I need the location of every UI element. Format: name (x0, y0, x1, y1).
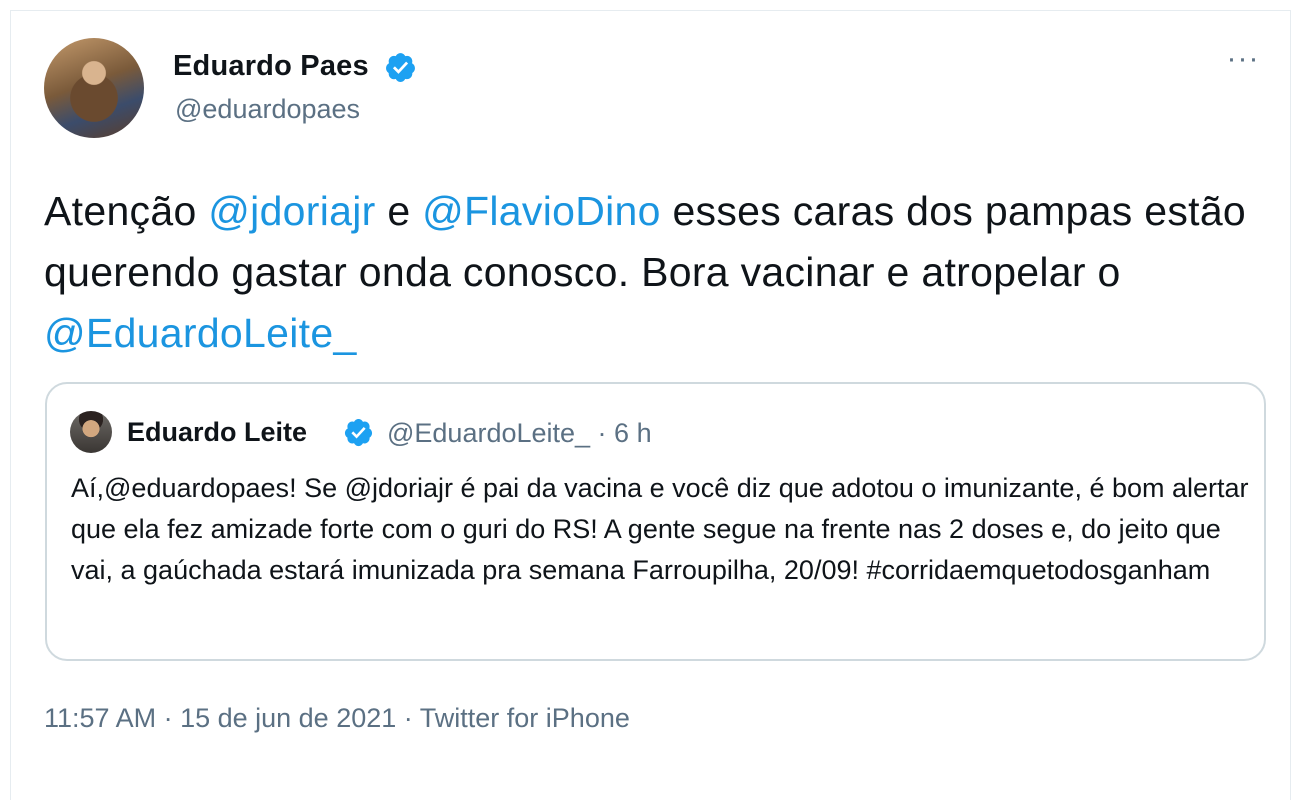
quoted-author-name[interactable]: Eduardo Leite (127, 417, 307, 448)
quoted-tweet-text: Aí,@eduardopaes! Se @jdoriajr é pai da v… (71, 468, 1251, 591)
author-handle[interactable]: @eduardopaes (175, 94, 360, 125)
quoted-text-segment: @jdoriajr (344, 473, 454, 503)
quoted-tweet[interactable]: Eduardo Leite @EduardoLeite_ · 6 h Aí,@e… (45, 382, 1266, 661)
mention-link[interactable]: @EduardoLeite_ (44, 310, 357, 356)
quoted-text-segment: ! Se (289, 473, 345, 503)
verified-badge-icon (344, 418, 373, 447)
tweet-text-segment: e (375, 188, 423, 234)
author-avatar[interactable] (44, 38, 144, 138)
quoted-text-segment: @eduardopaes (104, 473, 290, 503)
tweet-metadata: 11:57 AM · 15 de jun de 2021 · Twitter f… (44, 703, 630, 734)
mention-link[interactable]: @jdoriajr (208, 188, 375, 234)
quoted-author-avatar[interactable] (70, 411, 112, 453)
tweet-card: Eduardo Paes @eduardopaes ··· Atenção @j… (10, 10, 1291, 800)
quoted-text-segment: Aí, (71, 473, 105, 503)
more-dots-icon[interactable]: ··· (1223, 44, 1263, 79)
tweet-timestamp[interactable]: 11:57 AM · 15 de jun de 2021 · (44, 703, 420, 733)
tweet-text-segment: Atenção (44, 188, 209, 234)
tweet-source: Twitter for iPhone (419, 703, 630, 733)
tweet-text: Atenção @jdoriajr e @FlavioDino esses ca… (44, 181, 1264, 364)
quoted-text-segment: #corridaemquetodosganham (866, 555, 1211, 585)
verified-badge-icon (386, 53, 415, 82)
author-name[interactable]: Eduardo Paes (173, 50, 369, 83)
mention-link[interactable]: @FlavioDino (422, 188, 661, 234)
quoted-handle-time[interactable]: @EduardoLeite_ · 6 h (387, 418, 652, 449)
